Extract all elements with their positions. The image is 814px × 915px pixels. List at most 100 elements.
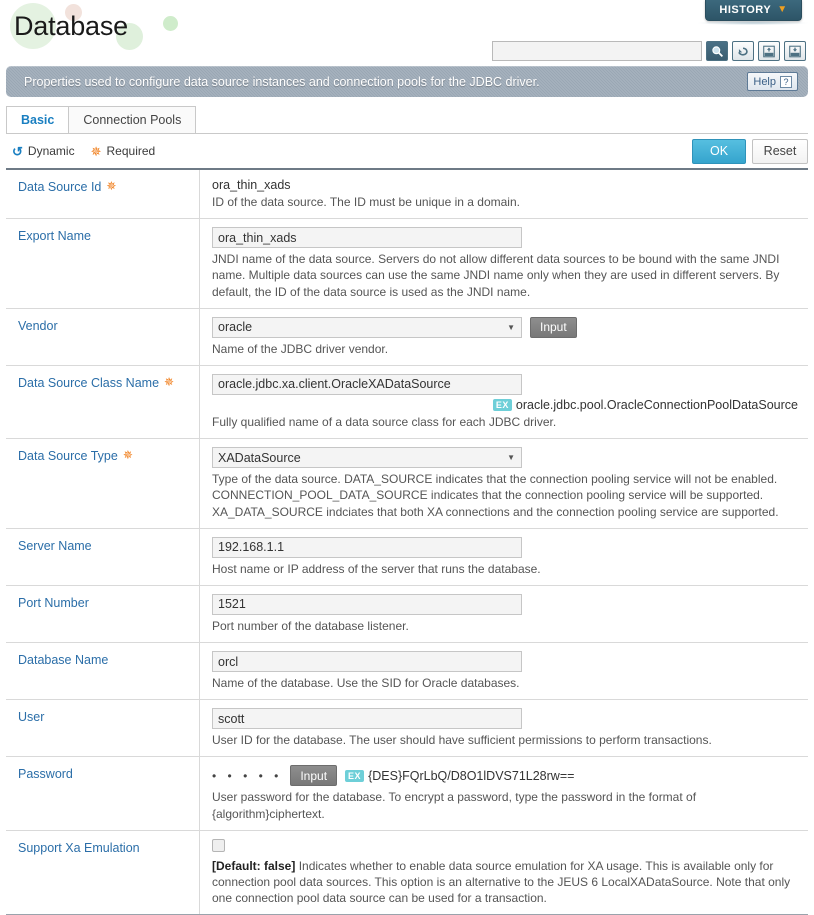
data-source-class-name-hint: Fully qualified name of a data source cl… <box>212 414 557 429</box>
data-source-type-select[interactable]: XADataSource ▼ <box>212 447 522 469</box>
tab-connection-pools[interactable]: Connection Pools <box>68 106 197 133</box>
port-number-input[interactable] <box>212 593 522 615</box>
xml-import-button[interactable] <box>758 41 780 61</box>
required-asterisk-icon: ✵ <box>90 143 102 159</box>
form-row-user: User User ID for the database. The user … <box>6 700 808 758</box>
chevron-down-icon: ▼ <box>777 4 788 15</box>
form-field-support-xa-emulation: [Default: false] Indicates whether to en… <box>200 831 808 915</box>
user-input[interactable] <box>212 708 522 730</box>
xml-export-button[interactable] <box>784 41 806 61</box>
label-text: Support Xa Emulation <box>18 840 140 855</box>
legend-and-actions: ↺ Dynamic ✵ Required OK Reset <box>6 133 808 168</box>
example-badge: EX <box>492 398 512 412</box>
search-icon <box>711 45 724 58</box>
form-label-database-name: Database Name <box>6 643 200 700</box>
export-name-input[interactable] <box>212 227 522 249</box>
help-label: Help <box>753 75 776 88</box>
form-label-data-source-id: Data Source Id ✵ <box>6 170 200 219</box>
form-row-export-name: Export Name JNDI name of the data source… <box>6 219 808 309</box>
form-field-data-source-type: XADataSource ▼ Type of the data source. … <box>200 439 808 528</box>
password-input[interactable]: • • • • • <box>212 769 282 783</box>
support-xa-emulation-hint-text: Indicates whether to enable data source … <box>212 858 791 906</box>
form-label-vendor: Vendor <box>6 308 200 365</box>
vendor-input-button[interactable]: Input <box>530 316 577 338</box>
data-source-id-value: ora_thin_xads <box>212 178 291 192</box>
legend-required-label: Required <box>106 144 156 158</box>
form-field-port-number: Port number of the database listener. <box>200 586 808 642</box>
label-text: Data Source Class Name <box>18 375 160 390</box>
chevron-down-icon: ▼ <box>507 453 515 463</box>
data-source-id-hint: ID of the data source. The ID must be un… <box>212 195 520 209</box>
page-title: Database <box>14 11 128 41</box>
user-hint: User ID for the database. The user shoul… <box>212 733 712 748</box>
example-badge: EX <box>345 769 365 783</box>
page-header: Database HISTORY ▼ <box>0 0 814 66</box>
xml-import-icon <box>762 45 776 58</box>
label-text: Data Source Type <box>18 449 118 464</box>
tab-basic[interactable]: Basic <box>6 106 70 133</box>
label-text: User <box>18 710 45 725</box>
form-field-database-name: Name of the database. Use the SID for Or… <box>200 643 808 699</box>
form-field-password: • • • • • Input EX {DES}FQrLbQ/D8O1lDVS7… <box>200 757 808 829</box>
form-row-data-source-class-name: Data Source Class Name ✵ EX oracle.jdbc.… <box>6 365 808 440</box>
form-row-password: Password • • • • • Input EX {DES}FQrLbQ/… <box>6 757 808 831</box>
history-label: HISTORY <box>719 4 772 16</box>
reload-icon <box>736 45 750 58</box>
form-label-export-name: Export Name <box>6 219 200 308</box>
tab-strip: Basic Connection Pools <box>6 106 814 133</box>
server-name-input[interactable] <box>212 536 522 558</box>
password-example: EX {DES}FQrLbQ/D8O1lDVS71L28rw== <box>345 769 574 783</box>
question-mark-icon: ? <box>780 75 792 88</box>
vendor-select[interactable]: oracle ▼ <box>212 316 522 338</box>
data-source-type-hint: Type of the data source. DATA_SOURCE ind… <box>212 472 779 519</box>
description-text: Properties used to configure data source… <box>24 74 540 89</box>
search-button[interactable] <box>706 41 728 61</box>
vendor-hint: Name of the JDBC driver vendor. <box>212 341 389 356</box>
form-field-server-name: Host name or IP address of the server th… <box>200 529 808 585</box>
form-field-data-source-id: ora_thin_xads ID of the data source. The… <box>200 170 808 218</box>
form-field-export-name: JNDI name of the data source. Servers do… <box>200 219 808 308</box>
chevron-down-icon: ▼ <box>507 322 515 332</box>
history-button[interactable]: HISTORY ▼ <box>705 0 802 21</box>
form-row-support-xa-emulation: Support Xa Emulation [Default: false] In… <box>6 830 808 915</box>
form-label-user: User <box>6 700 200 757</box>
required-asterisk-icon: ✵ <box>164 374 175 389</box>
server-name-hint: Host name or IP address of the server th… <box>212 561 541 576</box>
form-field-data-source-class-name: EX oracle.jdbc.pool.OracleConnectionPool… <box>200 366 808 438</box>
form-row-server-name: Server Name Host name or IP address of t… <box>6 528 808 586</box>
form-label-password: Password <box>6 757 200 830</box>
tab-basic-label: Basic <box>21 113 55 127</box>
label-text: Data Source Id <box>18 180 102 194</box>
form-label-support-xa-emulation: Support Xa Emulation <box>6 830 200 915</box>
ok-button[interactable]: OK <box>692 138 746 164</box>
label-text: Vendor <box>18 318 58 333</box>
label-text: Server Name <box>18 538 92 553</box>
form-label-server-name: Server Name <box>6 528 200 585</box>
default-value-label: [Default: false] <box>212 858 296 873</box>
reset-button[interactable]: Reset <box>752 138 808 164</box>
help-button[interactable]: Help ? <box>747 72 798 91</box>
description-bar: Properties used to configure data source… <box>6 66 808 97</box>
history-button-shadow <box>698 21 808 25</box>
label-text: Export Name <box>18 229 91 244</box>
support-xa-emulation-checkbox[interactable] <box>212 838 225 852</box>
data-source-class-name-example: EX oracle.jdbc.pool.OracleConnectionPool… <box>212 398 798 412</box>
form-label-port-number: Port Number <box>6 585 200 643</box>
form-actions: OK Reset <box>692 138 808 164</box>
legend-dynamic: ↺ Dynamic <box>12 144 75 158</box>
tab-connection-pools-label: Connection Pools <box>83 113 182 127</box>
properties-form: Data Source Id ✵ ora_thin_xads ID of the… <box>6 168 808 915</box>
password-input-button[interactable]: Input <box>290 765 338 787</box>
label-text: Port Number <box>18 595 89 610</box>
database-name-hint: Name of the database. Use the SID for Or… <box>212 676 520 691</box>
search-input[interactable] <box>492 41 702 61</box>
dynamic-refresh-icon: ↺ <box>12 143 23 159</box>
data-source-class-name-input[interactable] <box>212 373 522 395</box>
reload-button[interactable] <box>732 41 754 61</box>
database-name-input[interactable] <box>212 651 522 673</box>
xml-export-icon <box>788 45 802 58</box>
vendor-selected-value: oracle <box>218 320 253 335</box>
legend-required: ✵ Required <box>91 144 156 158</box>
form-field-user: User ID for the database. The user shoul… <box>200 700 808 756</box>
required-asterisk-icon: ✵ <box>122 448 133 463</box>
